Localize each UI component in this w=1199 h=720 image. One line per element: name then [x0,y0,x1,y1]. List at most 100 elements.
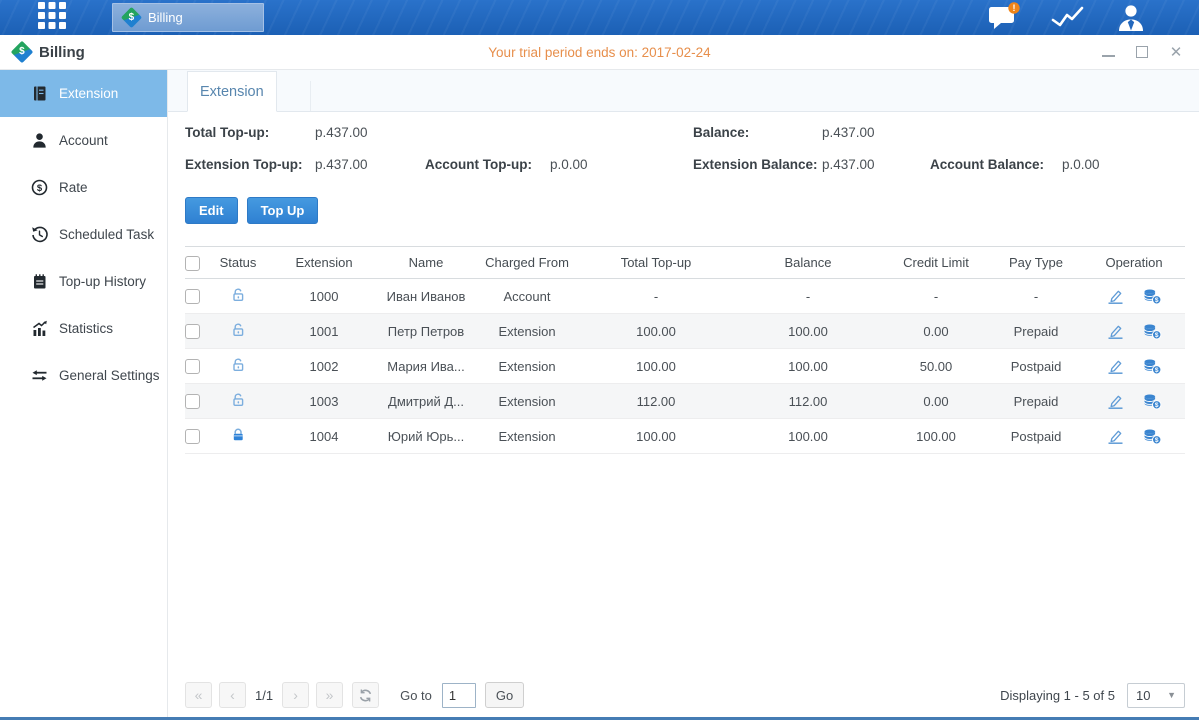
row-checkbox[interactable] [185,289,200,304]
last-page-button[interactable]: » [316,682,343,708]
minimize-button[interactable] [1101,45,1115,59]
edit-extension-icon[interactable] [1106,323,1125,340]
tab-strip: Extension [168,70,1199,112]
status-unlocked-icon [230,357,246,373]
status-unlocked-icon [230,287,246,303]
col-operation: Operation [1083,247,1185,279]
table-row[interactable]: 1002 Мария Ива... Extension 100.00 100.0… [185,349,1185,384]
sidebar-item-statistics[interactable]: Statistics [0,305,167,352]
window-controls: ✕ [1101,45,1183,59]
window-title-text: Billing [39,44,85,61]
balance-summary: Total Top-up: p.437.00 Balance: p.437.00… [185,123,1186,175]
cell-credit-limit: 50.00 [883,349,989,384]
cell-name: Мария Ива... [377,349,475,384]
cell-pay-type: Prepaid [989,314,1083,349]
cell-charged-from: Extension [475,349,579,384]
refresh-button[interactable] [352,682,379,708]
next-page-button[interactable]: › [282,682,309,708]
app-grid-icon[interactable] [35,0,69,37]
paginator: « ‹ 1/1 › » Go to Go Displaying [185,682,1185,708]
prev-page-button[interactable]: ‹ [219,682,246,708]
sidebar-label: Scheduled Task [59,227,154,242]
sidebar-item-extension[interactable]: Extension [0,70,167,117]
sidebar-label: Extension [59,86,118,101]
maximize-button[interactable] [1135,45,1149,59]
sidebar-item-scheduled-task[interactable]: Scheduled Task [0,211,167,258]
extension-icon [31,85,48,102]
col-name: Name [377,247,475,279]
cell-pay-type: - [989,279,1083,314]
account-balance-value: p.0.00 [1062,155,1185,175]
cell-balance: 100.00 [733,419,883,454]
cell-pay-type: Postpaid [989,349,1083,384]
reports-chart-icon[interactable] [1051,5,1085,31]
row-checkbox[interactable] [185,394,200,409]
tab-extension[interactable]: Extension [187,71,277,112]
goto-page-input[interactable] [442,683,476,708]
total-topup-label: Total Top-up: [185,123,315,143]
general-settings-icon [31,367,48,384]
cell-pay-type: Prepaid [989,384,1083,419]
tab-extension-label: Extension [200,84,264,100]
col-total-topup: Total Top-up [579,247,733,279]
edit-extension-icon[interactable] [1106,428,1125,445]
go-button[interactable]: Go [485,682,524,708]
trial-period-notice: Your trial period ends on: 2017-02-24 [0,45,1199,60]
account-topup-value: p.0.00 [550,155,693,175]
main-content: Extension Total Top-up: p.437.00 Balance… [168,70,1199,717]
notifications-icon[interactable]: ! [988,2,1021,33]
edit-extension-icon[interactable] [1106,288,1125,305]
top-up-extension-icon[interactable]: $ [1143,358,1162,375]
status-unlocked-icon [230,392,246,408]
sidebar-label: Statistics [59,321,113,336]
user-account-icon[interactable] [1115,3,1147,33]
row-checkbox[interactable] [185,359,200,374]
taskbar-tab-billing[interactable]: $ Billing [112,3,264,32]
svg-text:$: $ [1155,402,1159,409]
cell-total-topup: 100.00 [579,314,733,349]
sidebar-label: General Settings [59,368,160,383]
first-page-button[interactable]: « [185,682,212,708]
cell-name: Дмитрий Д... [377,384,475,419]
row-checkbox[interactable] [185,324,200,339]
col-pay-type: Pay Type [989,247,1083,279]
top-up-extension-icon[interactable]: $ [1143,323,1162,340]
cell-charged-from: Extension [475,419,579,454]
svg-text:$: $ [1155,297,1159,304]
edit-extension-icon[interactable] [1106,393,1125,410]
extension-balance-value: p.437.00 [822,155,930,175]
cell-charged-from: Extension [475,314,579,349]
top-up-extension-icon[interactable]: $ [1143,393,1162,410]
edit-extension-icon[interactable] [1106,358,1125,375]
cell-balance: - [733,279,883,314]
svg-text:$: $ [37,183,43,194]
close-button[interactable]: ✕ [1169,45,1183,59]
col-extension: Extension [271,247,377,279]
sidebar-item-account[interactable]: Account [0,117,167,164]
top-up-extension-icon[interactable]: $ [1143,288,1162,305]
balance-value: p.437.00 [822,123,930,143]
edit-button[interactable]: Edit [185,197,238,224]
sidebar-item-topup-history[interactable]: Top-up History [0,258,167,305]
row-checkbox[interactable] [185,429,200,444]
table-row[interactable]: 1004 Юрий Юрь... Extension 100.00 100.00… [185,419,1185,454]
select-all-checkbox[interactable] [185,256,200,271]
table-row[interactable]: 1001 Петр Петров Extension 100.00 100.00… [185,314,1185,349]
topup-history-icon [31,273,48,290]
page-size-select[interactable]: 10 ▼ [1127,683,1185,708]
goto-label: Go to [400,688,432,703]
cell-total-topup: 100.00 [579,419,733,454]
cell-name: Юрий Юрь... [377,419,475,454]
cell-total-topup: 100.00 [579,349,733,384]
chevron-down-icon: ▼ [1167,690,1176,700]
cell-name: Иван Иванов [377,279,475,314]
sidebar-item-rate[interactable]: $ Rate [0,164,167,211]
svg-text:!: ! [1013,3,1016,13]
sidebar-item-general-settings[interactable]: General Settings [0,352,167,399]
table-row[interactable]: 1003 Дмитрий Д... Extension 112.00 112.0… [185,384,1185,419]
top-up-button[interactable]: Top Up [247,197,319,224]
top-up-extension-icon[interactable]: $ [1143,428,1162,445]
page-size-value: 10 [1136,688,1150,703]
table-row[interactable]: 1000 Иван Иванов Account - - - - $ [185,279,1185,314]
extension-topup-label: Extension Top-up: [185,155,315,175]
